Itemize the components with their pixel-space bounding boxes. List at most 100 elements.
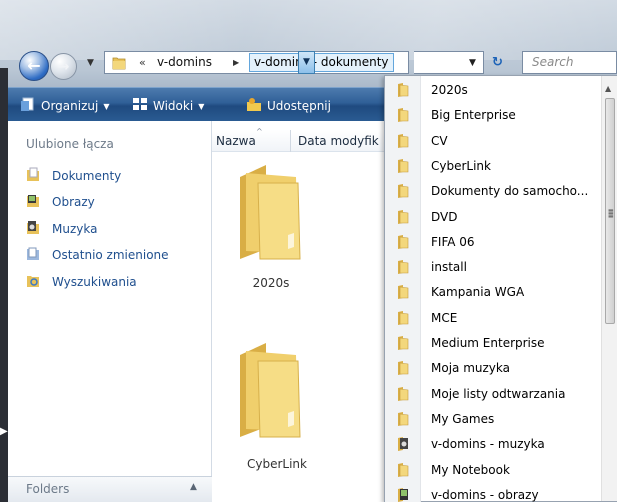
dropdown-item-label: v-domins - muzyka xyxy=(431,437,545,452)
pictures-icon xyxy=(25,193,41,209)
music-folder-icon xyxy=(395,436,411,455)
large-folder-icon xyxy=(240,165,301,260)
dropdown-item[interactable]: DVD xyxy=(385,205,601,230)
folder-item[interactable] xyxy=(232,163,310,263)
folder-icon xyxy=(395,183,411,202)
views-icon xyxy=(132,96,148,115)
folder-item-label[interactable]: CyberLink xyxy=(237,457,317,471)
folder-icon xyxy=(395,462,411,481)
dropdown-item[interactable]: My Games xyxy=(385,407,601,432)
recent-pages-dropdown[interactable]: ▼ xyxy=(87,58,97,72)
documents-icon xyxy=(25,167,41,183)
arrow-left-icon: ← xyxy=(27,56,41,75)
dropdown-item[interactable]: Dokumenty do samocho... xyxy=(385,179,601,204)
nav-link-label: Muzyka xyxy=(52,222,98,236)
chevron-down-icon: ▼ xyxy=(103,102,110,111)
dropdown-item[interactable]: CV xyxy=(385,129,601,154)
dropdown-item-label: My Notebook xyxy=(431,462,510,477)
refresh-icon[interactable]: ↻ xyxy=(492,55,503,70)
views-button[interactable]: Widoki ▼ xyxy=(132,96,204,115)
dropdown-item-label: My Games xyxy=(431,411,495,426)
arrow-right-icon: → xyxy=(57,58,70,75)
nav-link-label: Wyszukiwania xyxy=(52,275,137,289)
back-button[interactable]: ← xyxy=(19,51,49,81)
dropdown-item-label: 2020s xyxy=(431,83,468,97)
dropdown-item[interactable]: Moje listy odtwarzania xyxy=(385,382,601,407)
nav-link-pictures[interactable]: Obrazy xyxy=(25,193,95,209)
nav-link-label: Dokumenty xyxy=(52,169,122,183)
dropdown-item-label: FIFA 06 xyxy=(431,234,475,249)
dropdown-item-label: CV xyxy=(431,133,448,148)
folder-item[interactable] xyxy=(232,341,310,441)
share-icon xyxy=(246,96,262,115)
dropdown-item-label: Kampania WGA xyxy=(431,285,525,300)
organize-button[interactable]: Organizuj ▼ xyxy=(20,96,109,115)
dropdown-item[interactable]: v-domins - obrazy xyxy=(385,483,601,502)
dropdown-item[interactable]: Kampania WGA xyxy=(385,280,601,305)
dropdown-item[interactable]: FIFA 06 xyxy=(385,230,601,255)
explorer-window: ← → ▼ « v-domins ▶ v-domins - dokumenty … xyxy=(0,0,617,502)
chevron-down-icon: ▼ xyxy=(198,102,205,111)
folder-icon xyxy=(395,107,411,126)
nav-link-label: Obrazy xyxy=(52,195,95,209)
music-icon xyxy=(25,220,41,236)
dropdown-item-label: Moje listy odtwarzania xyxy=(431,386,566,401)
crumb-current[interactable]: v-domins - dokumenty xyxy=(249,53,394,72)
folder-icon xyxy=(395,335,411,354)
nav-link-documents[interactable]: Dokumenty xyxy=(25,167,121,183)
column-name[interactable]: Nazwa xyxy=(216,134,256,148)
share-label: Udostępnij xyxy=(267,99,331,113)
folder-icon xyxy=(395,310,411,329)
forward-button[interactable]: → xyxy=(50,53,77,80)
folder-icon xyxy=(395,133,411,152)
address-bar[interactable]: « v-domins ▶ v-domins - dokumenty xyxy=(104,51,409,74)
dropdown-item[interactable]: Big Enterprise xyxy=(385,103,601,128)
folder-item-label[interactable]: 2020s xyxy=(231,276,311,290)
mouse-cursor-icon: ▶ xyxy=(0,426,8,437)
dropdown-item[interactable]: My Notebook xyxy=(385,458,601,483)
dropdown-item[interactable]: 2020s xyxy=(385,78,601,103)
folders-toggle[interactable]: Folders ▲ xyxy=(8,476,212,502)
grip-icon: ▬ ▬ ▬ xyxy=(608,207,614,220)
dropdown-item-label: MCE xyxy=(431,310,458,325)
scroll-up-arrow-icon[interactable]: ▲ xyxy=(605,84,611,93)
dropdown-scrollbar[interactable]: ▲ ▬ ▬ ▬ xyxy=(601,76,617,501)
folder-icon xyxy=(395,209,411,228)
dropdown-item[interactable]: install xyxy=(385,255,601,280)
dropdown-item[interactable]: MCE xyxy=(385,306,601,331)
folder-icon xyxy=(395,158,411,177)
dropdown-item-label: Medium Enterprise xyxy=(431,336,545,350)
dropdown-item-label: Moja muzyka xyxy=(431,361,510,376)
address-history-dropdown[interactable]: ▼ xyxy=(469,58,476,68)
scrollbar-thumb[interactable]: ▬ ▬ ▬ xyxy=(605,98,615,324)
dropdown-item[interactable]: v-domins - muzyka xyxy=(385,432,601,457)
dropdown-item[interactable]: Moja muzyka xyxy=(385,356,601,381)
overflow-chevron[interactable]: « xyxy=(139,56,146,69)
folder-icon xyxy=(395,234,411,253)
dropdown-item-label: v-domins - obrazy xyxy=(431,487,539,502)
folder-icon xyxy=(395,259,411,278)
folder-icon xyxy=(395,360,411,379)
favorites-header: Ulubione łącza xyxy=(26,137,114,151)
subfolder-dropdown: 2020s Big Enterprise CV CyberLink Dokumenty … xyxy=(384,75,617,502)
folder-icon xyxy=(395,82,411,101)
column-divider[interactable] xyxy=(290,130,291,152)
nav-link-music[interactable]: Muzyka xyxy=(25,220,97,236)
dropdown-item[interactable]: Medium Enterprise xyxy=(385,331,601,356)
search-input[interactable]: Search xyxy=(522,51,617,74)
organize-icon xyxy=(20,96,36,115)
nav-link-searches[interactable]: Wyszukiwania xyxy=(25,273,137,289)
search-folder-icon xyxy=(25,273,41,289)
nav-link-recent[interactable]: Ostatnio zmienione xyxy=(25,246,169,262)
nav-link-label: Ostatnio zmienione xyxy=(52,248,169,262)
organize-label: Organizuj xyxy=(41,99,99,113)
crumb-parent[interactable]: v-domins xyxy=(157,55,212,69)
folder-icon xyxy=(395,386,411,405)
dropdown-item[interactable]: CyberLink xyxy=(385,154,601,179)
crumb-dropdown-button[interactable]: ▼ xyxy=(298,51,315,74)
column-date-modified[interactable]: Data modyfik xyxy=(298,134,379,148)
share-button[interactable]: Udostępnij xyxy=(246,96,331,115)
dropdown-item-label: Big Enterprise xyxy=(431,108,516,123)
crumb-separator-icon[interactable]: ▶ xyxy=(233,58,239,67)
recent-places-icon xyxy=(25,246,41,262)
